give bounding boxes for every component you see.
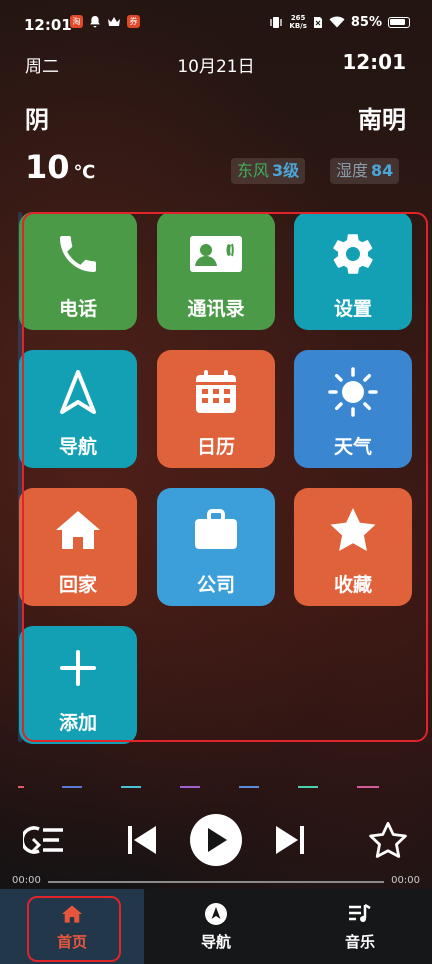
grid-highlight-frame (22, 212, 428, 742)
eq-dash (18, 786, 24, 788)
notification-icons: 淘 券 (70, 15, 140, 28)
next-icon[interactable] (272, 820, 308, 860)
favorite-star-icon[interactable] (366, 818, 410, 862)
status-bar: 12:01 淘 券 265 KB/s 85% (0, 0, 432, 48)
eq-dash (239, 786, 259, 788)
status-right: 265 KB/s 85% (269, 14, 410, 30)
temperature-unit: ℃ (73, 162, 96, 183)
playlist-loop-icon[interactable] (22, 820, 66, 860)
compass-icon (204, 903, 228, 925)
eq-dash (180, 786, 200, 788)
wind-label: 东风 (237, 161, 270, 180)
net-speed-value: 265 (290, 14, 306, 22)
battery-icon (388, 16, 410, 28)
sim-x-icon (313, 16, 322, 28)
eq-dash (357, 786, 379, 788)
humidity-label: 湿度 (336, 161, 369, 180)
previous-icon[interactable] (124, 820, 160, 860)
time-elapsed: 00:00 (12, 875, 41, 886)
app2-notif-icon: 券 (127, 15, 140, 28)
temperature-value: 10 (25, 148, 70, 186)
tab-navigation[interactable]: 导航 (144, 889, 288, 964)
eq-dash (298, 786, 318, 788)
eq-dash (62, 786, 82, 788)
battery-percent: 85% (350, 14, 382, 30)
clock: 12:01 (342, 50, 406, 74)
app-notif-icon: 淘 (70, 15, 83, 28)
net-speed: 265 KB/s (289, 14, 306, 30)
net-speed-unit: KB/s (289, 22, 307, 30)
time-total: 00:00 (391, 875, 420, 886)
tab-label: 导航 (200, 933, 231, 951)
weather-city: 南明 (358, 106, 406, 134)
temperature: 10 ℃ (25, 148, 95, 186)
equalizer-indicator (0, 786, 432, 790)
humidity-chip: 湿度 84 (330, 158, 400, 184)
humidity-value: 84 (371, 161, 394, 180)
tab-label: 音乐 (344, 933, 375, 951)
status-time: 12:01 (24, 16, 72, 34)
music-list-icon (348, 903, 372, 925)
play-icon (208, 828, 227, 852)
tab-music[interactable]: 音乐 (288, 889, 432, 964)
player-controls (0, 812, 432, 868)
eq-dash (121, 786, 141, 788)
wind-value: 3级 (272, 161, 300, 180)
bell-icon (90, 16, 100, 28)
vibrate-icon (270, 16, 283, 28)
weather-condition: 阴 (25, 106, 49, 134)
crown-icon (108, 16, 120, 26)
play-button[interactable] (190, 814, 242, 866)
wifi-icon (329, 16, 345, 28)
home-tab-highlight-frame (27, 896, 121, 962)
progress-track[interactable] (48, 881, 384, 883)
wind-chip: 东风 3级 (231, 158, 306, 184)
